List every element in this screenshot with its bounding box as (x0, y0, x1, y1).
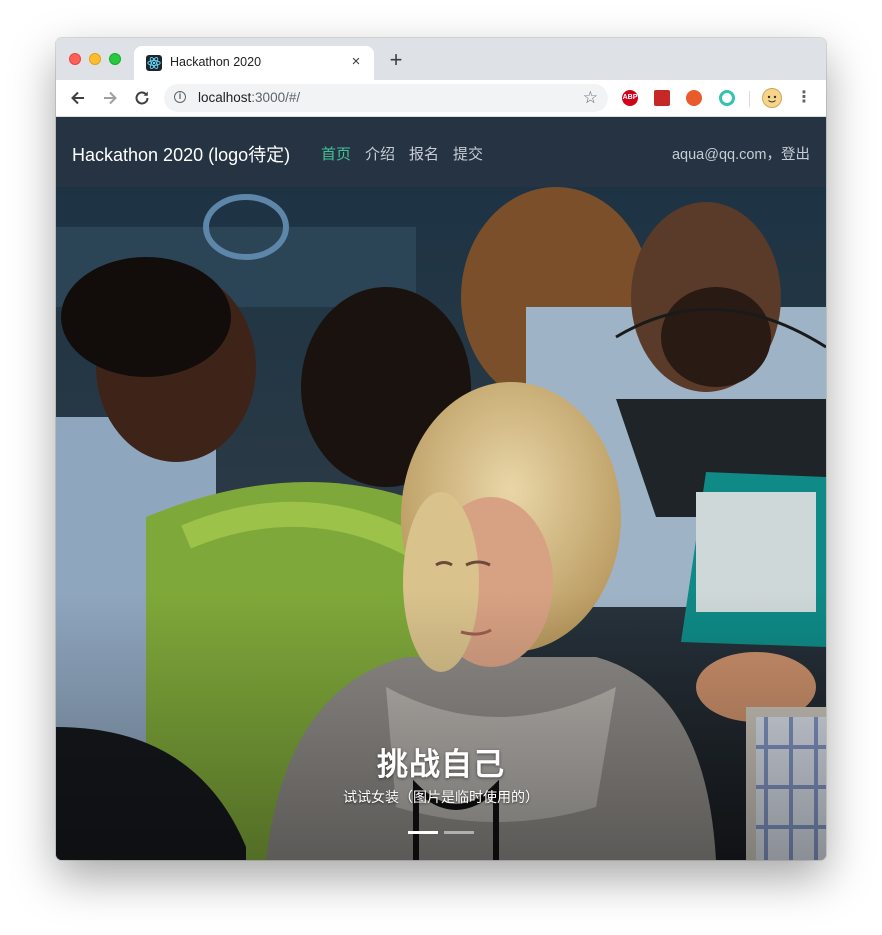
people-extension-icon[interactable] (686, 90, 702, 106)
nav-link-submit[interactable]: 提交 (453, 143, 483, 164)
nav-link-intro[interactable]: 介绍 (365, 143, 395, 164)
three-dots-icon[interactable]: ⋮ (796, 88, 812, 108)
site-navbar: Hackathon 2020 (logo待定) 首页 介绍 报名 提交 aqua… (56, 117, 826, 187)
ring-extension-icon[interactable] (719, 90, 735, 106)
close-window-button[interactable] (69, 53, 81, 65)
page-content: Hackathon 2020 (logo待定) 首页 介绍 报名 提交 aqua… (56, 117, 826, 860)
carousel-indicator-2[interactable] (444, 831, 474, 834)
star-icon[interactable]: ☆ (583, 88, 598, 108)
maximize-window-button[interactable] (109, 53, 121, 65)
tab-close-icon[interactable]: × (348, 54, 364, 70)
address-bar[interactable]: i localhost:3000/#/ ☆ (164, 84, 608, 112)
browser-tab[interactable]: Hackathon 2020 × (134, 46, 374, 80)
hero-caption-title: 挑战自己 (377, 747, 505, 782)
user-email: aqua@qq.com (671, 147, 767, 163)
nav-link-signup[interactable]: 报名 (409, 143, 439, 164)
info-icon[interactable]: i (174, 91, 186, 103)
user-area: aqua@qq.com，登出 (672, 143, 810, 164)
nav-links: 首页 介绍 报名 提交 (321, 143, 483, 164)
logout-link[interactable]: 登出 (781, 147, 810, 163)
browser-toolbar: i localhost:3000/#/ ☆ ABP ⋮ (56, 80, 826, 117)
site-brand[interactable]: Hackathon 2020 (logo待定) (72, 141, 290, 167)
red-extension-icon[interactable] (654, 90, 670, 106)
url-path: :3000/#/ (251, 90, 301, 105)
tab-title: Hackathon 2020 (170, 55, 262, 69)
forward-arrow-icon[interactable] (100, 88, 120, 108)
adblock-extension-icon[interactable]: ABP (622, 90, 638, 106)
new-tab-button[interactable]: + (386, 49, 406, 71)
browser-window: Hackathon 2020 × + i localhost:3000/#/ ☆… (56, 38, 826, 860)
back-arrow-icon[interactable] (68, 88, 88, 108)
toolbar-divider (749, 91, 750, 107)
carousel-indicators (408, 831, 474, 834)
nav-link-home[interactable]: 首页 (321, 143, 351, 164)
minimize-window-button[interactable] (89, 53, 101, 65)
react-favicon-icon (146, 55, 162, 71)
carousel-indicator-1[interactable] (408, 831, 438, 834)
hero-caption-subtitle: 试试女装（图片是临时使用的） (343, 789, 539, 805)
url-host: localhost (198, 90, 252, 105)
hero-carousel[interactable]: 挑战自己 试试女装（图片是临时使用的） (56, 187, 826, 860)
profile-avatar[interactable] (762, 88, 782, 108)
tab-strip: Hackathon 2020 × + (56, 38, 826, 80)
user-separator: ， (766, 147, 782, 163)
reload-icon[interactable] (132, 88, 152, 108)
url-text[interactable]: localhost:3000/#/ (198, 90, 300, 105)
